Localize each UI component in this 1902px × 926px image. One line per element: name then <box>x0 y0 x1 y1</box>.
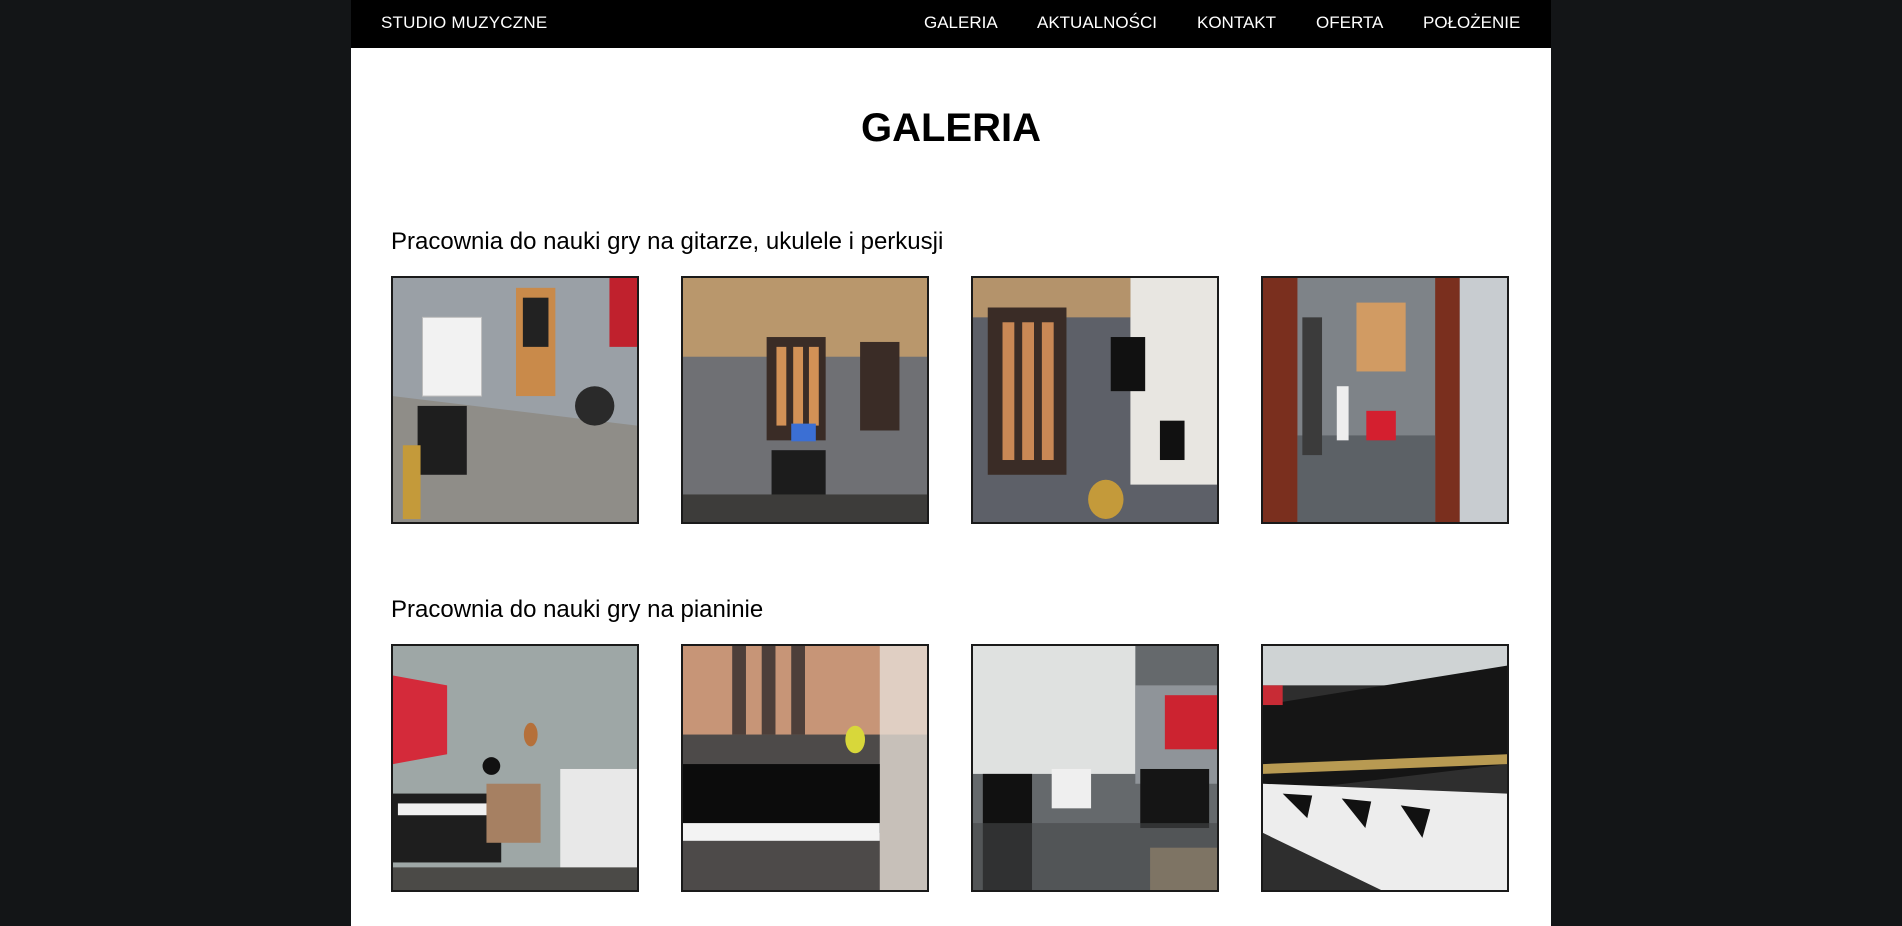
gallery-photo-guitar-room-4[interactable] <box>1261 276 1509 524</box>
gallery-photo-guitar-room-3[interactable] <box>971 276 1219 524</box>
nav-aktualnosci[interactable]: AKTUALNOŚCI <box>1037 13 1157 33</box>
gallery-photo-piano-room-3[interactable] <box>971 644 1219 892</box>
section-title-guitar: Pracownia do nauki gry na gitarze, ukule… <box>391 228 944 255</box>
section-title-piano: Pracownia do nauki gry na pianinie <box>391 596 764 623</box>
nav-oferta[interactable]: OFERTA <box>1316 13 1383 33</box>
brand-link[interactable]: STUDIO MUZYCZNE <box>381 13 547 33</box>
nav-galeria[interactable]: GALERIA <box>924 13 998 33</box>
page-title: GALERIA <box>861 106 1041 150</box>
nav-polozenie[interactable]: POŁOŻENIE <box>1423 13 1520 33</box>
top-navigation-bar: STUDIO MUZYCZNE GALERIA AKTUALNOŚCI KONT… <box>351 0 1551 48</box>
gallery-photo-piano-room-1[interactable] <box>391 644 639 892</box>
gallery-photo-piano-room-2[interactable] <box>681 644 929 892</box>
page: STUDIO MUZYCZNE GALERIA AKTUALNOŚCI KONT… <box>351 0 1551 926</box>
gallery-photo-guitar-room-1[interactable] <box>391 276 639 524</box>
nav-kontakt[interactable]: KONTAKT <box>1197 13 1276 33</box>
gallery-photo-piano-room-4[interactable] <box>1261 644 1509 892</box>
gallery-photo-guitar-room-2[interactable] <box>681 276 929 524</box>
